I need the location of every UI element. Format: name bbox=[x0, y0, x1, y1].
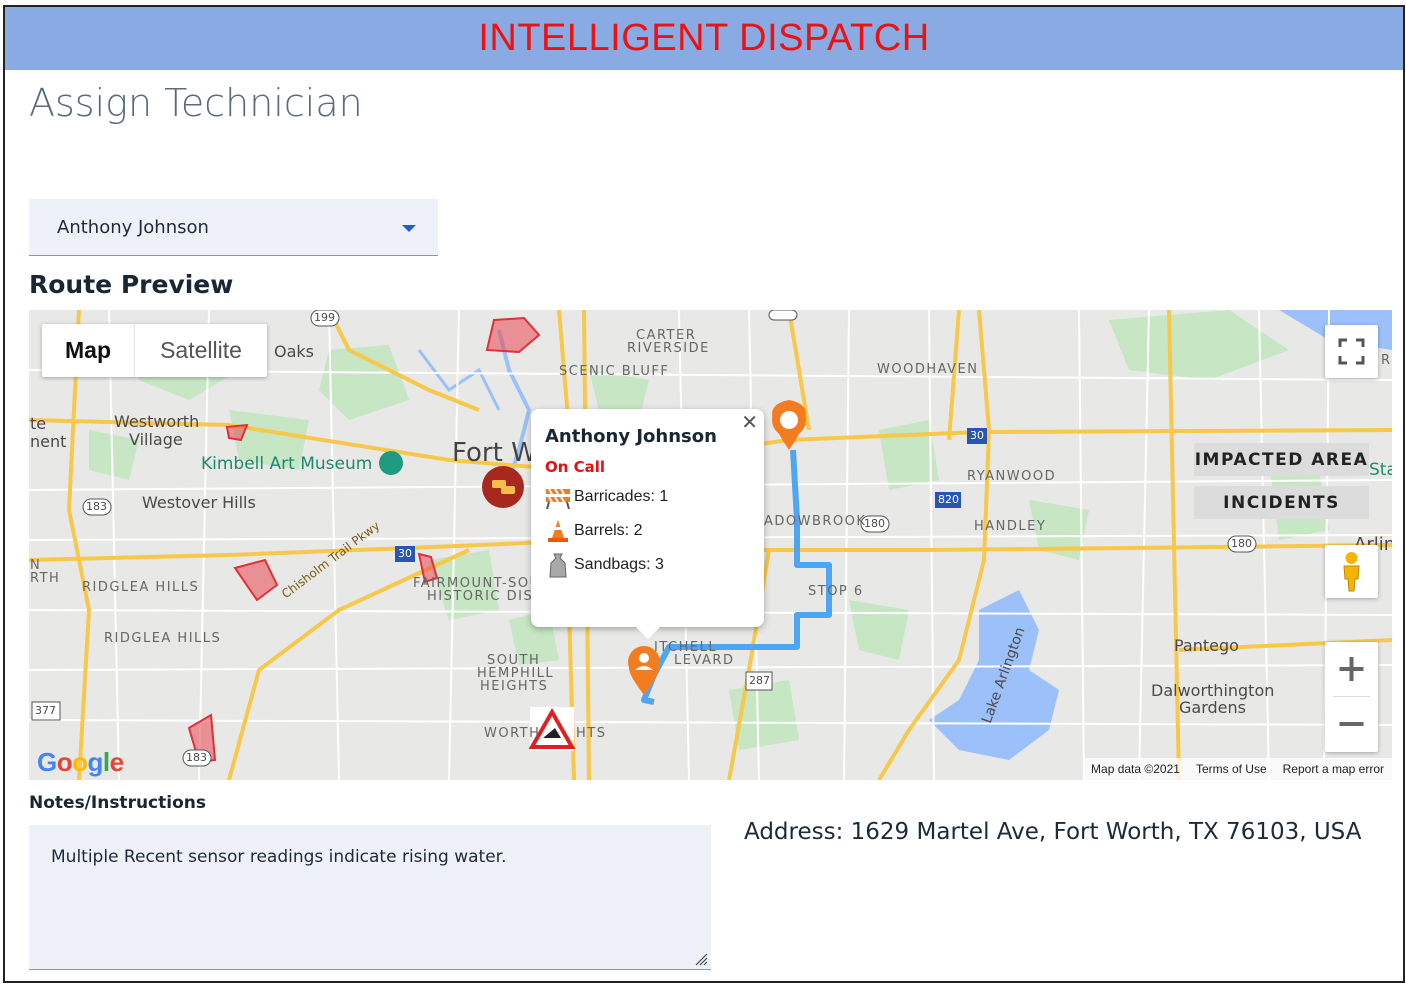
label-kimbell: Kimbell Art Museum bbox=[201, 454, 373, 474]
zoom-control bbox=[1325, 642, 1378, 752]
chevron-down-icon bbox=[402, 225, 416, 232]
map-footer: Map data ©2021 Terms of Use Report a map… bbox=[1083, 758, 1392, 780]
label-r: R bbox=[1381, 353, 1392, 368]
label-meadowbrook: ADOWBROOK bbox=[764, 514, 867, 529]
route-preview-title: Route Preview bbox=[29, 270, 234, 299]
google-logo-e: e bbox=[109, 747, 124, 777]
label-stadium: Sta bbox=[1369, 460, 1392, 480]
label-ridglea-1: RIDGLEA HILLS bbox=[82, 580, 200, 595]
label-pantego: Pantego bbox=[1174, 636, 1239, 655]
info-sandbags-text: Sandbags: 3 bbox=[574, 556, 664, 573]
app-banner: INTELLIGENT DISPATCH bbox=[5, 7, 1403, 70]
info-barrels-text: Barrels: 2 bbox=[574, 522, 643, 539]
zoom-out-icon[interactable] bbox=[1325, 697, 1378, 752]
label-gardens: Gardens bbox=[1179, 698, 1246, 717]
info-barricades-row: Barricades: 1 bbox=[545, 485, 668, 509]
map-type-toggle: Map Satellite bbox=[42, 324, 267, 377]
notes-label: Notes/Instructions bbox=[29, 793, 206, 813]
label-fort-worth: Fort W bbox=[452, 438, 537, 468]
fullscreen-icon bbox=[1338, 338, 1365, 365]
shield-183: 183 bbox=[86, 500, 107, 513]
map-data-attribution: Map data ©2021 bbox=[1091, 762, 1180, 776]
google-logo: Google bbox=[37, 747, 124, 778]
label-hts: HTS bbox=[576, 726, 607, 741]
route-map[interactable]: 199 183 30 30 820 180 180 287 377 183 Oa… bbox=[29, 310, 1392, 780]
barricade-icon bbox=[546, 488, 570, 509]
google-logo-g2: g bbox=[87, 747, 104, 777]
technician-select-value: Anthony Johnson bbox=[57, 217, 209, 238]
shield-30-east: 30 bbox=[970, 429, 984, 442]
info-sandbags-row: Sandbags: 3 bbox=[545, 551, 664, 579]
shield-820: 820 bbox=[938, 493, 959, 506]
incidents-button[interactable]: INCIDENTS bbox=[1194, 486, 1369, 519]
label-historic: HISTORIC DIST bbox=[427, 589, 543, 604]
label-rth: RTH bbox=[30, 571, 61, 586]
traffic-cone-icon bbox=[548, 520, 568, 542]
shield-199: 199 bbox=[314, 311, 335, 324]
impacted-area-button[interactable]: IMPACTED AREA bbox=[1194, 443, 1369, 476]
info-technician-name: Anthony Johnson bbox=[545, 426, 717, 447]
street-view-button[interactable] bbox=[1325, 545, 1378, 598]
label-stop-6: STOP 6 bbox=[808, 584, 864, 599]
incident-marker bbox=[482, 466, 524, 508]
google-logo-g: G bbox=[37, 747, 57, 777]
info-barricades-text: Barricades: 1 bbox=[574, 488, 669, 505]
info-barrels-row: Barrels: 2 bbox=[545, 518, 642, 544]
google-logo-l: l bbox=[102, 747, 110, 777]
notes-text: Multiple Recent sensor readings indicate… bbox=[51, 847, 507, 867]
label-riverside: RIVERSIDE bbox=[627, 341, 710, 356]
museum-icon bbox=[379, 451, 403, 475]
close-icon[interactable]: ✕ bbox=[741, 410, 758, 435]
fullscreen-button[interactable] bbox=[1325, 325, 1378, 378]
shield-180-b: 180 bbox=[1231, 537, 1252, 550]
shield-30-west: 30 bbox=[398, 547, 412, 560]
resize-grip-icon[interactable] bbox=[692, 950, 708, 966]
app-title: INTELLIGENT DISPATCH bbox=[478, 17, 930, 59]
label-te: te bbox=[30, 414, 47, 433]
label-heights: HEIGHTS bbox=[480, 679, 549, 694]
label-worth: WORTH bbox=[484, 726, 541, 741]
technician-select[interactable]: Anthony Johnson bbox=[29, 199, 438, 256]
technician-info-window: ✕ Anthony Johnson On Call Barricades: 1 bbox=[531, 409, 764, 639]
info-status-badge: On Call bbox=[545, 458, 606, 476]
google-logo-o2: o bbox=[72, 747, 88, 777]
address-text: Address: 1629 Martel Ave, Fort Worth, TX… bbox=[744, 819, 1362, 845]
label-village: Village bbox=[129, 430, 183, 449]
label-boulevard: LEVARD bbox=[674, 653, 735, 668]
shield-180-a: 180 bbox=[864, 517, 885, 530]
label-nent: nent bbox=[30, 432, 67, 451]
pegman-icon bbox=[1343, 552, 1360, 592]
zoom-in-icon[interactable] bbox=[1325, 642, 1378, 696]
page-title: Assign Technician bbox=[29, 81, 363, 125]
map-view-button[interactable]: Map bbox=[42, 324, 135, 377]
sandbag-icon bbox=[549, 553, 567, 578]
label-oaks: Oaks bbox=[274, 342, 314, 361]
label-scenic-bluff: SCENIC BLUFF bbox=[559, 364, 670, 379]
label-woodhaven: WOODHAVEN bbox=[877, 362, 979, 377]
google-logo-o1: o bbox=[56, 747, 73, 777]
label-westover: Westover Hills bbox=[142, 493, 256, 512]
label-ryanwood: RYANWOOD bbox=[967, 469, 1057, 484]
satellite-view-button[interactable]: Satellite bbox=[135, 324, 267, 377]
notes-textarea[interactable]: Multiple Recent sensor readings indicate… bbox=[29, 825, 711, 970]
label-ridglea-2: RIDGLEA HILLS bbox=[104, 631, 222, 646]
shield-377: 377 bbox=[35, 704, 56, 717]
shield-183-south: 183 bbox=[186, 751, 207, 764]
app-frame: INTELLIGENT DISPATCH Assign Technician A… bbox=[3, 5, 1405, 983]
terms-of-use-link[interactable]: Terms of Use bbox=[1196, 762, 1267, 776]
report-map-error-link[interactable]: Report a map error bbox=[1283, 762, 1384, 776]
label-westworth: Westworth bbox=[114, 412, 200, 431]
shield-287: 287 bbox=[749, 674, 770, 687]
label-handley: HANDLEY bbox=[974, 519, 1047, 534]
